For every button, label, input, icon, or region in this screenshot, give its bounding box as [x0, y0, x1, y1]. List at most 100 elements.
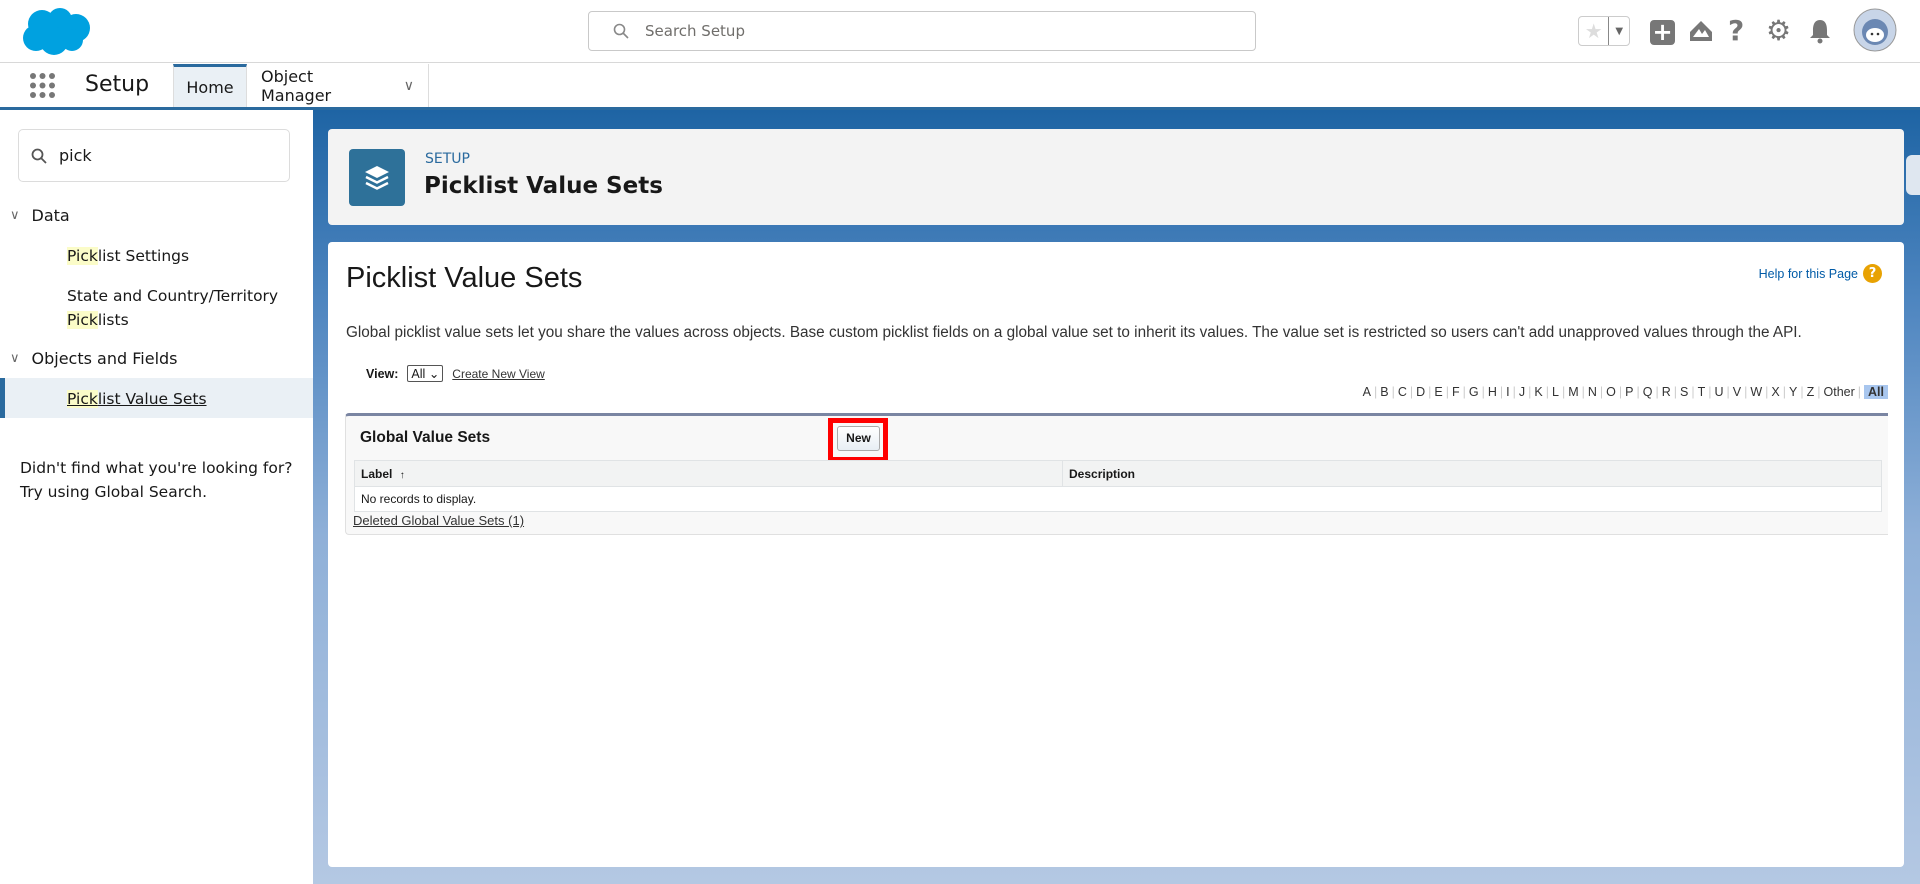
trailhead-icon[interactable] [1688, 19, 1714, 45]
user-avatar[interactable] [1853, 8, 1897, 52]
separator: | [1528, 385, 1532, 399]
sidebar-item-picklist-settings[interactable]: Picklist Settings [67, 244, 189, 268]
quick-find-value: pick [59, 146, 92, 165]
tree-group-objects-and-fields[interactable]: ∨ Objects and Fields [10, 349, 178, 368]
separator: | [1462, 385, 1466, 399]
view-selector: View: All ⌄ Create New View [366, 365, 545, 382]
alpha-filter-all[interactable]: All [1864, 385, 1888, 399]
create-new-view-link[interactable]: Create New View [452, 367, 544, 381]
separator: | [1673, 385, 1677, 399]
search-placeholder: Search Setup [645, 22, 745, 40]
alpha-filter-d[interactable]: D [1416, 385, 1425, 399]
alpha-filter-w[interactable]: W [1750, 385, 1762, 399]
setup-gear-icon[interactable]: ⚙ [1766, 14, 1791, 47]
help-link[interactable]: Help for this Page [1759, 267, 1858, 281]
help-icon[interactable]: ? [1728, 14, 1744, 47]
deleted-value-sets-link[interactable]: Deleted Global Value Sets (1) [353, 513, 524, 528]
list-title: Global Value Sets [360, 429, 491, 446]
column-label: Label [361, 466, 393, 481]
content-card: Picklist Value Sets Help for this Page ?… [328, 242, 1904, 867]
separator: | [1499, 385, 1504, 399]
group-label: Data [31, 206, 70, 225]
alpha-filter-k[interactable]: K [1534, 385, 1542, 399]
column-header-description[interactable]: Description [1063, 461, 1882, 487]
body-title: Picklist Value Sets [346, 262, 583, 294]
search-icon [613, 23, 629, 39]
separator: | [1708, 385, 1712, 399]
alpha-filter-b[interactable]: B [1380, 385, 1388, 399]
alpha-filter-u[interactable]: U [1714, 385, 1723, 399]
salesforce-cloud-logo[interactable] [20, 6, 94, 56]
separator: | [1744, 385, 1748, 399]
alpha-filter-o[interactable]: O [1606, 385, 1616, 399]
alpha-filter-other[interactable]: Other [1824, 385, 1855, 399]
alpha-filter-c[interactable]: C [1398, 385, 1407, 399]
separator: | [1599, 385, 1604, 399]
global-header: Search Setup ★ ▼ + ? ⚙ [0, 0, 1920, 63]
layers-icon [349, 149, 405, 206]
separator: | [1726, 385, 1730, 399]
new-button[interactable]: New [837, 426, 880, 451]
breadcrumb[interactable]: SETUP [425, 151, 470, 167]
main-content: SETUP Picklist Value Sets Picklist Value… [313, 110, 1920, 884]
alpha-filter-p[interactable]: P [1625, 385, 1633, 399]
side-panel-toggle[interactable] [1906, 155, 1920, 195]
setup-search-input[interactable]: Search Setup [588, 11, 1256, 51]
table-header-row: Label ↑ Description [354, 460, 1882, 487]
column-header-label[interactable]: Label ↑ [354, 460, 1063, 487]
notifications-bell-icon[interactable] [1808, 18, 1832, 44]
alpha-filter-h[interactable]: H [1488, 385, 1497, 399]
item-label: list Value Sets [97, 390, 207, 408]
global-actions-plus-icon[interactable]: + [1650, 20, 1675, 45]
alpha-filter-m[interactable]: M [1568, 385, 1578, 399]
alpha-filter-e[interactable]: E [1434, 385, 1442, 399]
hint-line: Didn't find what you're looking for? [20, 459, 293, 477]
chevron-down-icon: ∨ [10, 208, 20, 223]
view-select[interactable]: All ⌄ [407, 365, 444, 382]
alpha-filter-z[interactable]: Z [1807, 385, 1815, 399]
tree-group-data[interactable]: ∨ Data [10, 206, 70, 225]
app-launcher-icon[interactable] [29, 72, 56, 99]
separator: | [1655, 385, 1659, 399]
view-select-value: All [411, 367, 426, 381]
alpha-filter-g[interactable]: G [1469, 385, 1479, 399]
alpha-filter-q[interactable]: Q [1643, 385, 1653, 399]
separator: | [1561, 385, 1566, 399]
item-label: State and Country/Territory [67, 287, 279, 305]
separator: | [1409, 385, 1414, 399]
separator: | [1481, 385, 1485, 399]
alpha-filter-r[interactable]: R [1662, 385, 1671, 399]
separator: | [1618, 385, 1623, 399]
alpha-filter-f[interactable]: F [1452, 385, 1460, 399]
alpha-filter-t[interactable]: T [1698, 385, 1706, 399]
tab-object-manager[interactable]: Object Manager ∨ [247, 64, 429, 107]
page-title: Picklist Value Sets [424, 173, 663, 199]
not-found-hint: Didn't find what you're looking for? Try … [20, 456, 292, 504]
table-row: No records to display. [354, 486, 1882, 512]
match-highlight: Pick [67, 247, 98, 265]
favorites-group: ★ ▼ [1578, 16, 1630, 46]
quick-find-input[interactable]: pick [18, 129, 290, 182]
page-header: SETUP Picklist Value Sets [328, 129, 1904, 225]
sidebar-item-state-country-picklists[interactable]: State and Country/Territory Picklists [67, 284, 278, 332]
app-nav-bar: Setup Home Object Manager ∨ [0, 64, 1920, 110]
separator: | [1545, 385, 1549, 399]
alpha-filter-l[interactable]: L [1552, 385, 1559, 399]
tab-home[interactable]: Home [173, 64, 247, 107]
sidebar-item-picklist-value-sets[interactable]: Picklist Value Sets [67, 387, 207, 411]
separator: | [1512, 385, 1516, 399]
alpha-filter-v[interactable]: V [1733, 385, 1741, 399]
alpha-filter-i[interactable]: I [1506, 385, 1509, 399]
alpha-filter-y[interactable]: Y [1789, 385, 1797, 399]
separator: | [1391, 385, 1395, 399]
alpha-filter-a[interactable]: A [1363, 385, 1371, 399]
alpha-filter-x[interactable]: X [1771, 385, 1779, 399]
alpha-filter-s[interactable]: S [1680, 385, 1688, 399]
alpha-filter-n[interactable]: N [1588, 385, 1597, 399]
empty-message: No records to display. [361, 492, 477, 506]
alpha-filter-j[interactable]: J [1519, 385, 1525, 399]
help-icon[interactable]: ? [1863, 264, 1882, 283]
chevron-down-icon[interactable]: ∨ [404, 78, 414, 94]
favorite-star-icon[interactable]: ★ [1579, 17, 1608, 45]
favorites-dropdown-icon[interactable]: ▼ [1608, 17, 1629, 45]
